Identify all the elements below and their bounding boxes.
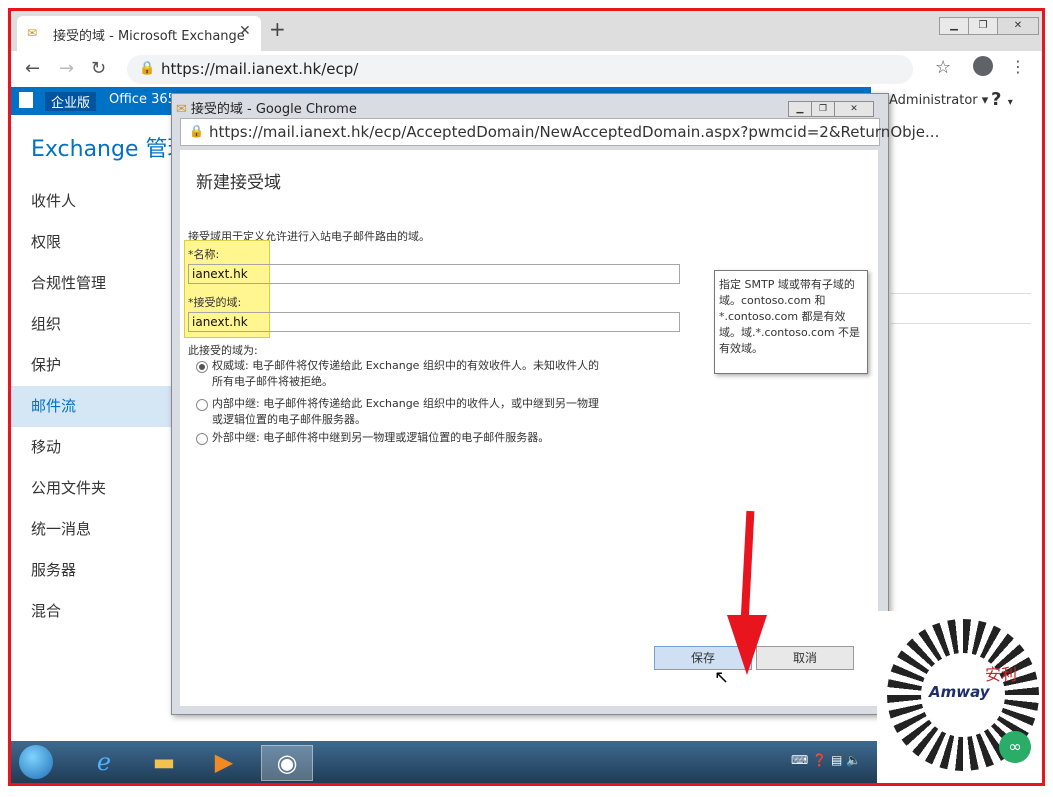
left-nav-item[interactable]: 服务器	[11, 550, 171, 591]
option-internal-relay-text: 内部中继: 电子邮件将传递给此 Exchange 组织中的收件人，或中继到另一物…	[212, 397, 599, 426]
envelope-icon: ✉	[176, 102, 187, 117]
envelope-icon: ✉	[27, 26, 38, 40]
close-icon[interactable]: ✕	[834, 101, 874, 117]
tab-close-icon[interactable]: ✕	[239, 23, 251, 39]
volume-icon[interactable]: 🔈	[846, 753, 861, 767]
option-authoritative-text: 权威域: 电子邮件将仅传递给此 Exchange 组织中的有效收件人。未知收件人…	[212, 359, 599, 388]
media-player-icon[interactable]: ▶	[199, 745, 249, 779]
popup-address-bar[interactable]: 🔒 https://mail.ianext.hk/ecp/AcceptedDom…	[180, 118, 939, 146]
dialog-content: 新建接受域 接受域用于定义允许进行入站电子邮件路由的域。 *名称: ianext…	[180, 150, 878, 706]
bookmark-star-icon[interactable]: ☆	[935, 57, 951, 78]
cancel-button[interactable]: 取消	[756, 646, 854, 670]
mini-program-icon: ∞	[999, 731, 1031, 763]
network-icon[interactable]: ▤	[831, 753, 842, 767]
minimize-icon[interactable]: ▁	[939, 17, 969, 35]
popup-window-controls: ▁ ❐ ✕	[788, 96, 874, 117]
browser-toolbar: ← → ↻ 🔒 https://mail.ianext.hk/ecp/ ☆ ⋮	[11, 51, 1042, 87]
qr-code-watermark: Amway 安利 ∞	[877, 611, 1042, 783]
radio-internal-relay[interactable]	[196, 399, 208, 411]
office-logo-icon	[19, 92, 33, 108]
forward-icon[interactable]: →	[59, 58, 74, 79]
minimize-icon[interactable]: ▁	[788, 101, 812, 117]
divider	[891, 323, 1031, 324]
chrome-icon[interactable]: ◉	[261, 745, 313, 781]
keyboard-icon[interactable]: ⌨	[791, 753, 808, 767]
address-bar[interactable]: 🔒 https://mail.ianext.hk/ecp/	[127, 55, 913, 84]
radio-external-relay[interactable]	[196, 433, 208, 445]
help-icon[interactable]: ? ▾	[991, 89, 1013, 110]
left-nav-item[interactable]: 收件人	[11, 181, 171, 222]
page-title: Exchange 管理	[31, 137, 190, 162]
new-accepted-domain-popup: ✉ 接受的域 - Google Chrome ▁ ❐ ✕ 🔒 https://mail…	[171, 93, 939, 715]
back-icon[interactable]: ←	[25, 58, 40, 79]
admin-bar: Administrator ▾ ? ▾	[871, 87, 1042, 115]
new-tab-button[interactable]: +	[269, 17, 286, 41]
header-enterprise[interactable]: 企业版	[45, 92, 97, 111]
folder-icon[interactable]: ▬	[139, 745, 189, 779]
restore-icon[interactable]: ❐	[811, 101, 835, 117]
reload-icon[interactable]: ↻	[91, 58, 106, 79]
ie-icon[interactable]: ℯ	[79, 745, 129, 779]
option-external-relay-text: 外部中继: 电子邮件将中继到另一物理或逻辑位置的电子邮件服务器。	[212, 431, 550, 444]
domain-tooltip: 指定 SMTP 域或带有子域的 域。contoso.com 和 *.contos…	[714, 270, 868, 374]
start-button-icon[interactable]	[19, 745, 53, 779]
divider	[891, 293, 1031, 294]
red-arrowhead-annotation	[727, 615, 767, 675]
left-nav-item[interactable]: 邮件流	[11, 386, 171, 427]
amway-cn-logo: 安利	[985, 665, 1018, 684]
accepted-domain-field[interactable]: ianext.hk	[188, 312, 680, 332]
browser-tab[interactable]: ✉ 接受的域 - Microsoft Exchange ✕	[17, 16, 261, 51]
amway-logo: Amway	[929, 683, 990, 701]
account-avatar-icon[interactable]	[973, 56, 993, 76]
help-tray-icon[interactable]: ❓	[812, 753, 827, 767]
left-nav-item[interactable]: 混合	[11, 591, 171, 632]
close-icon[interactable]: ✕	[997, 17, 1039, 35]
radio-authoritative[interactable]	[196, 361, 208, 373]
lock-icon: 🔒	[139, 61, 156, 76]
name-field[interactable]: ianext.hk	[188, 264, 680, 284]
left-nav-item[interactable]: 保护	[11, 345, 171, 386]
popup-title-bar: ✉ 接受的域 - Google Chrome	[176, 102, 357, 117]
left-nav-item[interactable]: 统一消息	[11, 509, 171, 550]
address-url: https://mail.ianext.hk/ecp/	[161, 60, 359, 78]
domain-type-label: 此接受的域为:	[188, 344, 258, 357]
left-nav-item[interactable]: 组织	[11, 304, 171, 345]
system-tray: ⌨ ❓ ▤ 🔈	[791, 753, 861, 767]
popup-url: https://mail.ianext.hk/ecp/AcceptedDomai…	[209, 123, 940, 141]
left-nav-item[interactable]: 权限	[11, 222, 171, 263]
browser-tabstrip: ✉ 接受的域 - Microsoft Exchange ✕ + ▁ ❐ ✕	[11, 11, 1042, 51]
more-menu-icon[interactable]: ⋮	[1010, 57, 1026, 76]
name-label: *名称:	[188, 248, 220, 261]
admin-user-menu[interactable]: Administrator ▾	[889, 93, 988, 108]
left-nav-item[interactable]: 公用文件夹	[11, 468, 171, 509]
mouse-cursor-icon: ↖	[714, 667, 730, 688]
dialog-title: 新建接受域	[196, 173, 281, 193]
left-nav-item[interactable]: 移动	[11, 427, 171, 468]
restore-icon[interactable]: ❐	[968, 17, 998, 35]
window-controls: ▁ ❐ ✕	[939, 13, 1039, 35]
header-office365[interactable]: Office 365	[109, 92, 176, 107]
domain-label: *接受的域:	[188, 296, 242, 309]
left-nav: 收件人 权限 合规性管理 组织 保护 邮件流 移动 公用文件夹 统一消息 服务器 混合	[11, 181, 171, 632]
lock-icon: 🔒	[189, 124, 204, 138]
left-nav-item[interactable]: 合规性管理	[11, 263, 171, 304]
tab-title: 接受的域 - Microsoft Exchange	[53, 29, 245, 44]
screenshot-frame: ✉ 接受的域 - Microsoft Exchange ✕ + ▁ ❐ ✕ ← → …	[8, 8, 1045, 786]
